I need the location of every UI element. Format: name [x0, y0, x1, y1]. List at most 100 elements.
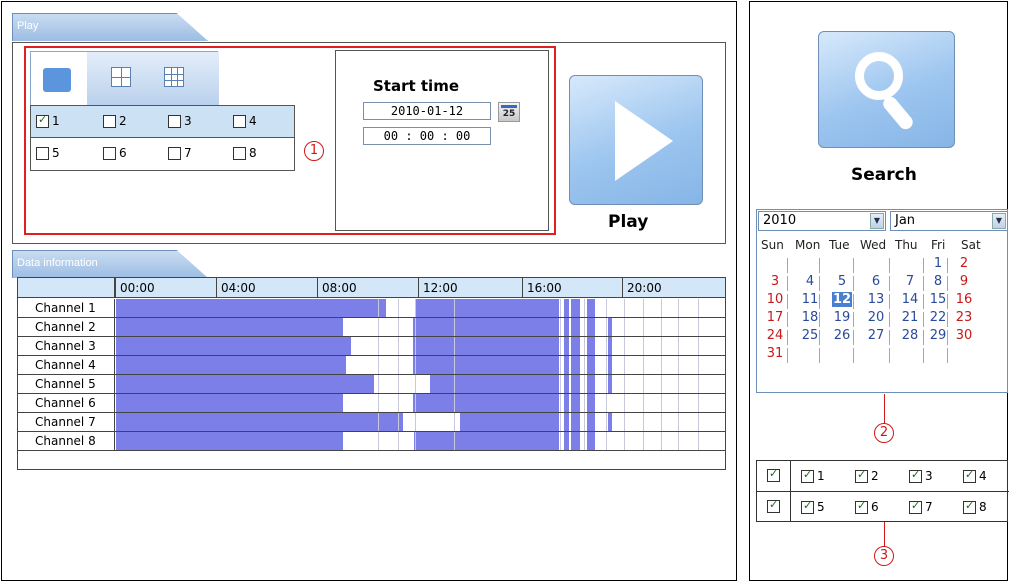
calendar-cell-divider — [923, 330, 924, 345]
search-channel-checkbox-6[interactable]: 6 — [855, 499, 879, 514]
calendar-cell-divider — [947, 276, 948, 291]
timeline-gridline — [661, 318, 662, 336]
calendar-day[interactable]: 5 — [832, 274, 852, 289]
calendar-day[interactable]: 22 — [928, 310, 948, 325]
calendar-day[interactable]: 17 — [765, 310, 785, 325]
checkbox-icon — [909, 499, 922, 514]
calendar-day[interactable]: 9 — [954, 274, 974, 289]
recording-gap — [595, 432, 725, 450]
calendar-day[interactable]: 3 — [765, 274, 785, 289]
timeline-header: 00:00 04:00 08:00 12:00 16:00 20:00 — [18, 278, 725, 298]
calendar-day[interactable]: 20 — [866, 310, 886, 325]
date-field[interactable]: 2010-01-12 — [363, 102, 491, 120]
calendar-cell-divider — [923, 258, 924, 273]
play-channel-checkbox-6[interactable]: 6 — [103, 146, 127, 160]
calendar-day[interactable]: 11 — [800, 292, 820, 307]
timeline-gridline — [643, 375, 644, 393]
calendar-day[interactable]: 7 — [900, 274, 920, 289]
timeline-gridline — [624, 432, 625, 450]
calendar-cell-divider — [787, 258, 788, 273]
checkbox-icon — [767, 467, 780, 482]
calendar-day[interactable]: 6 — [866, 274, 886, 289]
layout-tab-single[interactable] — [31, 52, 87, 106]
weekday-label: Thu — [895, 238, 918, 252]
timeline-gridline — [643, 432, 644, 450]
search-channel-checkbox-5[interactable]: 5 — [801, 499, 825, 514]
play-channel-checkbox-5[interactable]: 5 — [36, 146, 60, 160]
calendar-day[interactable]: 29 — [928, 328, 948, 343]
calendar-cell-divider — [853, 276, 854, 291]
play-channel-checkbox-4[interactable]: 4 — [233, 114, 257, 128]
timeline-gridline — [643, 299, 644, 317]
calendar-picker-button[interactable]: 25 — [498, 102, 520, 122]
timeline-row: Channel 7 — [18, 413, 725, 432]
search-channel-checkbox-4[interactable]: 4 — [963, 468, 987, 483]
search-channel-label: 4 — [979, 469, 987, 483]
timeline-gridline — [398, 375, 399, 393]
timeline-gridline — [415, 356, 416, 374]
timeline-gridline — [560, 318, 561, 336]
play-channel-checkbox-3[interactable]: 3 — [168, 114, 192, 128]
nine-view-icon[interactable] — [164, 67, 184, 87]
search-channel-label: 6 — [871, 500, 879, 514]
timeline-gridline — [415, 299, 416, 317]
year-select[interactable]: 2010 ▼ — [758, 211, 886, 231]
calendar-day[interactable]: 31 — [765, 346, 785, 361]
calendar-day[interactable]: 16 — [954, 292, 974, 307]
calendar-day[interactable]: 27 — [866, 328, 886, 343]
timeline-gridline — [584, 299, 585, 317]
month-select[interactable]: Jan ▼ — [890, 211, 1008, 231]
calendar-day[interactable]: 14 — [900, 292, 920, 307]
calendar-day[interactable]: 26 — [832, 328, 852, 343]
recording-gap — [569, 318, 571, 336]
timeline-gridline — [398, 432, 399, 450]
calendar-cell-divider — [853, 312, 854, 327]
play-channel-checkbox-7[interactable]: 7 — [168, 146, 192, 160]
calendar-cell-divider — [819, 312, 820, 327]
calendar-day[interactable]: 15 — [928, 292, 948, 307]
checkbox-icon — [103, 146, 116, 160]
timeline-gridline — [378, 318, 379, 336]
play-icon — [615, 101, 673, 181]
search-button[interactable] — [818, 31, 955, 148]
select-all-channels-checkbox[interactable] — [767, 498, 780, 513]
checkbox-icon — [36, 146, 49, 160]
calendar-day[interactable]: 23 — [954, 310, 974, 325]
calendar-day[interactable]: 21 — [900, 310, 920, 325]
quad-view-icon[interactable] — [111, 67, 131, 87]
search-channel-checkbox-1[interactable]: 1 — [801, 468, 825, 483]
calendar-day[interactable]: 19 — [832, 310, 852, 325]
calendar-day[interactable]: 12 — [832, 292, 852, 307]
checkbox-icon — [233, 114, 246, 128]
time-field[interactable]: 00 : 00 : 00 — [363, 127, 491, 145]
search-channel-checkbox-7[interactable]: 7 — [909, 499, 933, 514]
calendar-day[interactable]: 13 — [866, 292, 886, 307]
checkbox-icon — [963, 468, 976, 483]
calendar-day[interactable]: 25 — [800, 328, 820, 343]
calendar-day[interactable]: 2 — [954, 256, 974, 271]
channel-name: Channel 1 — [18, 299, 115, 317]
calendar-day[interactable]: 28 — [900, 328, 920, 343]
play-button[interactable] — [569, 75, 703, 205]
timeline-gridline — [398, 413, 399, 431]
play-tab[interactable]: Play — [12, 13, 208, 41]
calendar-day[interactable]: 18 — [800, 310, 820, 325]
timeline-gridline — [624, 356, 625, 374]
search-channel-checkbox-3[interactable]: 3 — [909, 468, 933, 483]
data-information-tab[interactable]: Data information — [12, 250, 208, 278]
recording-gap — [346, 356, 413, 374]
play-channel-checkbox-2[interactable]: 2 — [103, 114, 127, 128]
calendar-cell-divider — [889, 330, 890, 345]
search-channel-checkbox-2[interactable]: 2 — [855, 468, 879, 483]
play-channel-checkbox-1[interactable]: 1 — [36, 113, 60, 128]
calendar-day[interactable]: 24 — [765, 328, 785, 343]
calendar-day[interactable]: 4 — [800, 274, 820, 289]
search-channel-checkbox-8[interactable]: 8 — [963, 499, 987, 514]
play-channel-checkbox-8[interactable]: 8 — [233, 146, 257, 160]
checkbox-icon — [767, 498, 780, 513]
calendar-day[interactable]: 10 — [765, 292, 785, 307]
select-all-channels-checkbox[interactable] — [767, 467, 780, 482]
calendar-day[interactable]: 1 — [928, 256, 948, 271]
calendar-day[interactable]: 8 — [928, 274, 948, 289]
calendar-day[interactable]: 30 — [954, 328, 974, 343]
